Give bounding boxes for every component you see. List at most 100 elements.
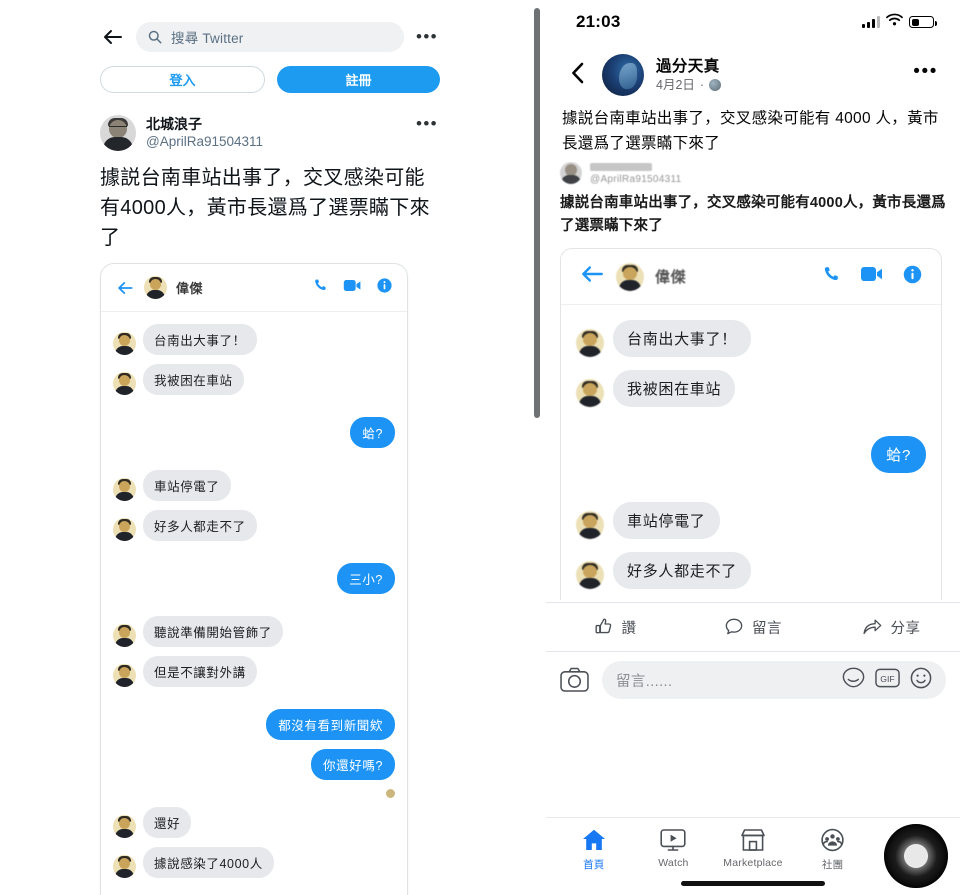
sender-avatar bbox=[113, 624, 136, 647]
more-dots-icon[interactable]: ••• bbox=[913, 62, 938, 82]
nav-label: 首頁 bbox=[583, 859, 605, 871]
emoji-outline-icon[interactable] bbox=[910, 667, 932, 694]
seen-avatar bbox=[386, 789, 395, 798]
nav-label: Watch bbox=[658, 857, 689, 869]
message-bubble: 都沒有看到新聞欸 bbox=[266, 709, 395, 740]
twitter-topbar: 搜尋 Twitter ••• bbox=[100, 14, 440, 60]
message-row: 車站停電了 bbox=[113, 470, 395, 501]
sender-avatar bbox=[113, 372, 136, 395]
gif-icon[interactable]: GIF bbox=[875, 668, 900, 693]
message-bubble: 據說感染了4000人 bbox=[143, 847, 274, 878]
info-icon bbox=[902, 264, 923, 290]
message-row: 車站停電了 bbox=[576, 502, 926, 539]
sender-avatar bbox=[113, 332, 136, 355]
back-arrow-icon[interactable] bbox=[115, 278, 135, 298]
home-icon bbox=[582, 829, 605, 850]
message-row: 台南出大事了！ bbox=[576, 320, 926, 357]
back-chevron-icon[interactable] bbox=[568, 61, 590, 90]
embedded-messenger-screenshot: 偉傑 台南出大事了！ 我被困在車站 蛤? 車站停電了 好多人都走不了 bbox=[560, 248, 942, 600]
avatar[interactable] bbox=[100, 115, 136, 151]
message-bubble: 聽說準備開始管飾了 bbox=[143, 616, 283, 647]
svg-text:GIF: GIF bbox=[880, 673, 894, 683]
like-button[interactable]: 讚 bbox=[546, 617, 684, 638]
author-name: 北城浪子 bbox=[146, 116, 202, 132]
nav-label: 社團 bbox=[821, 859, 844, 871]
comment-button[interactable]: 留言 bbox=[684, 617, 822, 638]
sender-avatar bbox=[113, 815, 136, 838]
search-input[interactable]: 搜尋 Twitter bbox=[136, 22, 404, 52]
message-row: 還好 bbox=[113, 807, 395, 838]
info-icon[interactable] bbox=[376, 277, 393, 299]
message-row: 蛤? bbox=[113, 417, 395, 448]
share-button[interactable]: 分享 bbox=[822, 617, 960, 638]
embedded-author-handle: @AprilRa91504311 bbox=[590, 174, 682, 185]
page-name[interactable]: 過分天真 bbox=[656, 57, 901, 77]
message-bubble: 還好 bbox=[143, 807, 192, 838]
signup-button[interactable]: 註冊 bbox=[277, 66, 440, 93]
back-arrow-icon bbox=[579, 263, 605, 290]
status-time: 21:03 bbox=[576, 12, 621, 31]
back-arrow-icon[interactable] bbox=[100, 24, 126, 50]
comment-input[interactable]: 留言...... GIF bbox=[602, 661, 946, 699]
message-bubble: 我被困在車站 bbox=[143, 364, 244, 395]
message-bubble: 我被困在車站 bbox=[613, 370, 736, 407]
comment-label: 留言 bbox=[752, 620, 782, 637]
vertical-scrollbar[interactable] bbox=[534, 8, 540, 418]
embedded-author-row: @AprilRa91504311 bbox=[560, 162, 950, 185]
search-placeholder: 搜尋 Twitter bbox=[171, 31, 244, 46]
meta-separator: · bbox=[699, 77, 705, 92]
post-actions: 讚 留言 分享 bbox=[546, 602, 960, 652]
embedded-messenger-screenshot[interactable]: 偉傑 台南出大事了！ 我被困在車站 蛤? 車站停電了 好多人都走不了 三小? 聽… bbox=[100, 263, 408, 895]
comment-composer: 留言...... GIF bbox=[546, 652, 960, 708]
message-row: 台南出大事了！ bbox=[113, 324, 395, 355]
tweet-more-icon[interactable]: ••• bbox=[414, 115, 440, 132]
phone-icon[interactable] bbox=[312, 277, 329, 299]
avatar bbox=[560, 162, 582, 184]
nav-tab-watch[interactable]: Watch bbox=[634, 828, 714, 869]
message-row: 蛤? bbox=[576, 436, 926, 473]
message-row: 你還好嗎? bbox=[113, 749, 395, 780]
sender-avatar bbox=[113, 855, 136, 878]
message-row: 我被困在車站 bbox=[576, 370, 926, 407]
camera-outline-icon[interactable] bbox=[560, 667, 590, 693]
video-icon[interactable] bbox=[343, 278, 362, 298]
message-bubble: 你還好嗎? bbox=[311, 749, 395, 780]
message-bubble: 蛤? bbox=[350, 417, 395, 448]
message-row: 但是不讓對外講 bbox=[113, 656, 395, 687]
message-bubble: 蛤? bbox=[871, 436, 926, 473]
search-icon bbox=[148, 30, 162, 44]
sender-avatar bbox=[576, 379, 604, 407]
sticker-icon[interactable] bbox=[842, 667, 865, 693]
message-bubble: 台南出大事了！ bbox=[143, 324, 257, 355]
messenger-messages: 台南出大事了！ 我被困在車站 蛤? 車站停電了 好多人都走不了 三小? 聽說準備… bbox=[101, 312, 407, 878]
cellular-bars-icon bbox=[862, 16, 880, 28]
nav-tab-home[interactable]: 首頁 bbox=[554, 828, 634, 872]
tweet-text: 據説台南車站出事了，交叉感染可能有4000人，黃市長還爲了選票瞞下來了 bbox=[100, 167, 430, 249]
video-icon bbox=[860, 265, 884, 288]
message-row: 據說感染了4000人 bbox=[113, 847, 395, 878]
message-bubble: 好多人都走不了 bbox=[143, 510, 257, 541]
seen-indicator-row bbox=[113, 789, 395, 798]
message-row: 三小? bbox=[113, 563, 395, 594]
post-image[interactable]: @AprilRa91504311 據説台南車站出事了，交叉感染可能有4000人，… bbox=[546, 162, 960, 600]
message-bubble: 車站停電了 bbox=[143, 470, 231, 501]
comment-bubble-icon bbox=[725, 618, 743, 635]
message-row: 好多人都走不了 bbox=[576, 552, 926, 589]
nav-tab-groups[interactable]: 社團 bbox=[793, 828, 873, 872]
sender-avatar bbox=[113, 478, 136, 501]
message-bubble: 但是不讓對外講 bbox=[143, 656, 257, 687]
message-row: 都沒有看到新聞欸 bbox=[113, 709, 395, 740]
message-bubble: 三小? bbox=[337, 563, 395, 594]
battery-icon bbox=[909, 16, 937, 28]
messenger-header: 偉傑 bbox=[561, 249, 941, 305]
share-label: 分享 bbox=[890, 620, 921, 637]
sender-avatar bbox=[113, 518, 136, 541]
nav-tab-marketplace[interactable]: Marketplace bbox=[713, 828, 793, 869]
messenger-header: 偉傑 bbox=[101, 264, 407, 312]
post-header: 過分天真 4月2日 · ••• bbox=[546, 44, 960, 96]
watch-video-icon bbox=[660, 829, 686, 851]
marketplace-icon bbox=[741, 829, 765, 851]
page-avatar[interactable] bbox=[602, 54, 644, 96]
more-dots-icon[interactable]: ••• bbox=[414, 28, 440, 45]
login-button[interactable]: 登入 bbox=[100, 66, 265, 93]
